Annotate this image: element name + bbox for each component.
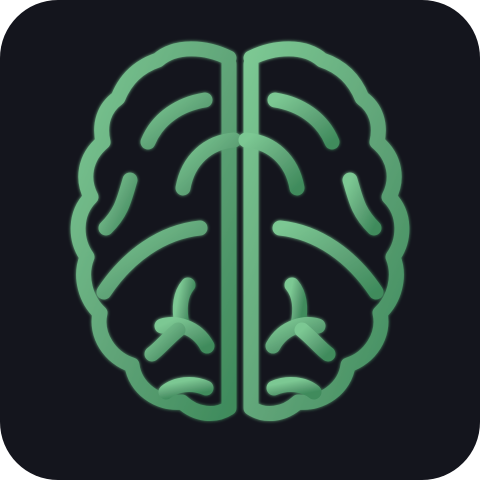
right-fold-upper xyxy=(267,92,340,150)
right-fold-lower xyxy=(266,377,322,400)
right-fold-side xyxy=(342,172,382,236)
left-fold-side xyxy=(98,172,138,236)
right-fold-branch-c xyxy=(294,322,336,362)
left-fold-upper xyxy=(140,92,213,150)
left-fold-lower xyxy=(158,377,214,400)
left-fold-branch-c xyxy=(144,322,186,362)
app-icon-tile xyxy=(0,0,480,480)
brain-icon xyxy=(70,41,410,421)
